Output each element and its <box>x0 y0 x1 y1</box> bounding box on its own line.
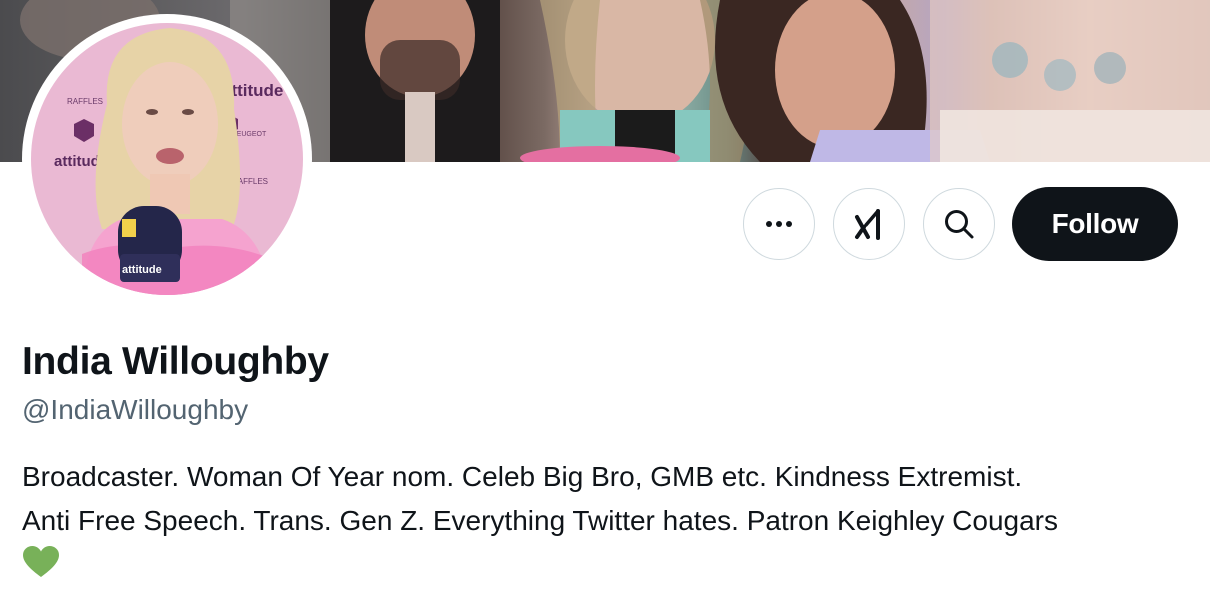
profile-avatar[interactable]: attitude RAFFLES PEUGEOT attitude RAFFLE… <box>22 14 312 304</box>
display-name: India Willoughby <box>22 340 329 383</box>
profile-bio: Broadcaster. Woman Of Year nom. Celeb Bi… <box>22 455 1192 579</box>
follow-button[interactable]: Follow <box>1012 187 1178 261</box>
ellipsis-icon <box>766 221 792 227</box>
bio-line: Broadcaster. Woman Of Year nom. Celeb Bi… <box>22 461 1023 492</box>
search-icon <box>945 210 974 239</box>
more-button[interactable] <box>743 188 815 260</box>
search-button[interactable] <box>923 188 995 260</box>
bio-line: Anti Free Speech. Trans. Gen Z. Everythi… <box>22 505 1058 536</box>
backdrop-text: RAFFLES <box>67 97 103 106</box>
grok-icon <box>855 209 880 240</box>
green-heart-icon <box>23 546 59 577</box>
avatar-photo: attitude RAFFLES PEUGEOT attitude RAFFLE… <box>31 23 303 295</box>
user-handle: @IndiaWilloughby <box>22 394 249 425</box>
mic-flag-text: attitude <box>122 264 162 276</box>
grok-button[interactable] <box>833 188 905 260</box>
